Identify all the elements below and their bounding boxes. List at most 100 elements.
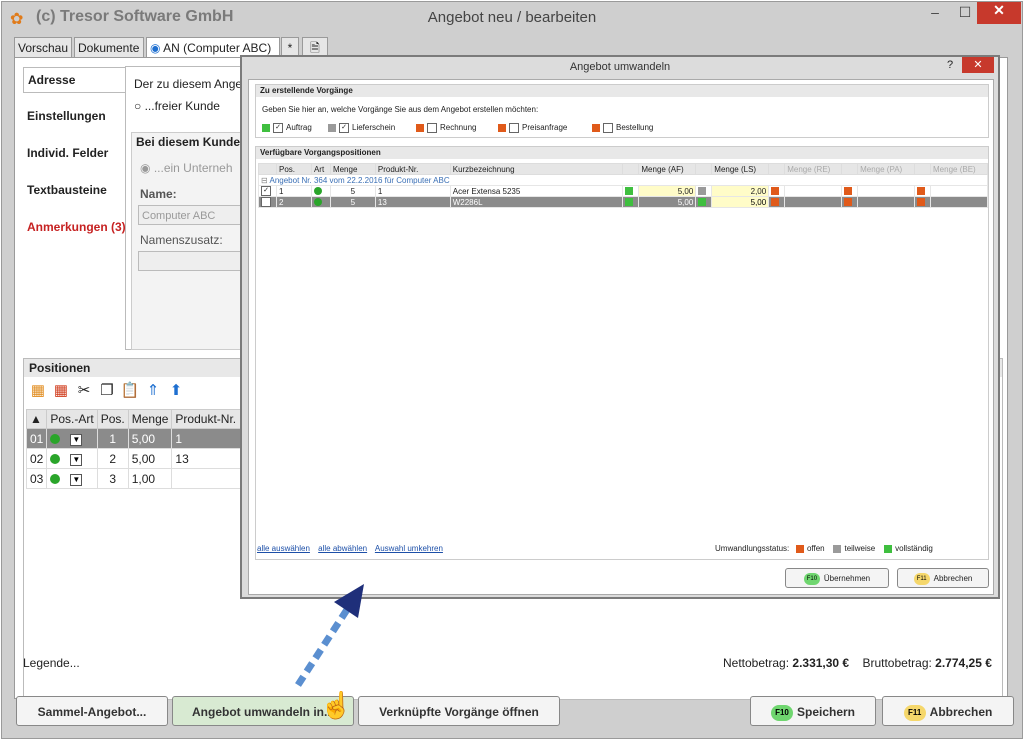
status-done-icon — [884, 544, 893, 553]
column-menge-ls[interactable]: Menge (LS) — [711, 163, 770, 175]
option-label: Lieferschein — [352, 123, 396, 133]
option-bestellung[interactable]: Bestellung — [592, 123, 653, 133]
column-produkt-nr[interactable]: Produkt-Nr. — [374, 163, 451, 175]
produkt-cell: 1 — [374, 185, 451, 197]
check-icon: F10 — [770, 704, 793, 721]
tab-angebot[interactable]: ◉ AN (Computer ABC) — [146, 37, 280, 57]
column-art[interactable]: Art — [310, 163, 331, 175]
dialog-cancel-button[interactable]: F11 Abbrechen — [897, 568, 989, 588]
radio-unternehmen[interactable]: ◉ ...ein Unterneh — [140, 161, 233, 175]
cancel-button[interactable]: F11 Abbrechen — [882, 696, 1014, 726]
menge-cell: 5 — [329, 185, 376, 197]
table-row[interactable]: ✓ 1 5 1 Acer Extensa 5235 5,00 2,00 — [258, 185, 988, 197]
menge-ls-input[interactable]: 5,00 — [711, 196, 770, 208]
checkbox-icon[interactable]: ✓ — [273, 123, 283, 133]
dropdown-icon[interactable]: ▼ — [70, 454, 83, 466]
column-menge[interactable]: Menge — [127, 409, 173, 429]
name-label: Name: — [140, 187, 177, 201]
tab-unsaved[interactable]: * — [281, 37, 299, 57]
table-row[interactable]: 01 ▼ 1 5,00 1 — [25, 428, 242, 449]
group-row[interactable]: ⊟ Angebot Nr. 364 vom 22.2.2016 für Comp… — [258, 174, 988, 186]
column-menge-af[interactable]: Menge (AF) — [638, 163, 697, 175]
option-rechnung[interactable]: Rechnung — [416, 123, 476, 133]
cancel-label: Abbrechen — [929, 705, 993, 719]
option-preisanfrage[interactable]: Preisanfrage — [498, 123, 567, 133]
close-button[interactable]: ✕ — [977, 2, 1021, 24]
status-ball-icon — [313, 198, 322, 207]
address-question: Der zu diesem Ange — [134, 77, 243, 91]
ls-status — [695, 196, 713, 208]
sort-column[interactable]: ▲ — [25, 409, 48, 429]
invert-selection-link[interactable]: Auswahl umkehren — [375, 544, 443, 553]
dropdown-icon[interactable]: ▼ — [70, 474, 83, 486]
copy-icon[interactable]: ❐ — [97, 381, 117, 401]
cancel-icon: F11 — [903, 704, 926, 721]
table-row[interactable]: ✓ 2 5 13 W2286L 5,00 5,00 — [258, 196, 988, 208]
pos-art-cell[interactable]: ▼ — [46, 428, 98, 449]
column-menge[interactable]: Menge — [329, 163, 376, 175]
deselect-all-link[interactable]: alle abwählen — [318, 544, 367, 553]
move-top-icon[interactable]: ⇑ — [143, 381, 163, 401]
nav-einstellungen[interactable]: Einstellungen — [23, 104, 133, 128]
checkbox-icon[interactable]: ✓ — [261, 197, 271, 207]
sammel-angebot-button[interactable]: Sammel-Angebot... — [16, 696, 168, 726]
row-checkbox[interactable]: ✓ — [258, 185, 277, 197]
name-field[interactable]: Computer ABC — [138, 205, 242, 225]
totals: Nettobetrag: 2.331,30 € Bruttobetrag: 2.… — [723, 656, 992, 670]
status-square-icon — [917, 198, 926, 207]
column-menge-be[interactable]: Menge (BE) — [930, 163, 988, 175]
save-button[interactable]: F10 Speichern — [750, 696, 876, 726]
group-hint: Geben Sie hier an, welche Vorgänge Sie a… — [262, 105, 539, 114]
select-all-link[interactable]: alle auswählen — [257, 544, 310, 553]
pos-art-cell[interactable]: ▼ — [46, 468, 98, 489]
row-checkbox[interactable]: ✓ — [258, 196, 277, 208]
verknuepfte-vorgaenge-button[interactable]: Verknüpfte Vorgänge öffnen — [358, 696, 560, 726]
column-kurzbezeichnung[interactable]: Kurzbezeichnung — [449, 163, 624, 175]
column-produkt-nr[interactable]: Produkt-Nr. — [171, 409, 242, 429]
menge-af-input[interactable]: 5,00 — [638, 185, 697, 197]
new-tab-icon[interactable]: 🗎 — [302, 37, 328, 57]
checkbox-icon[interactable] — [603, 123, 613, 133]
column-menge-pa[interactable]: Menge (PA) — [857, 163, 916, 175]
dialog-close-button[interactable]: ✕ — [962, 57, 994, 73]
column-menge-re[interactable]: Menge (RE) — [784, 163, 843, 175]
column-pos[interactable]: Pos. — [96, 409, 129, 429]
column-check — [258, 163, 277, 175]
menge-af-input[interactable]: 5,00 — [638, 196, 697, 208]
minimize-button[interactable]: – — [922, 4, 948, 24]
checkbox-icon[interactable]: ✓ — [261, 186, 271, 196]
pos-art-cell[interactable]: ▼ — [46, 448, 98, 469]
help-icon[interactable]: ? — [947, 59, 953, 71]
status-square-icon — [698, 198, 707, 207]
column-pos-art[interactable]: Pos.-Art — [46, 409, 98, 429]
option-lieferschein[interactable]: ✓ Lieferschein — [328, 123, 395, 133]
checkbox-icon[interactable] — [509, 123, 519, 133]
group-title: Zu erstellende Vorgänge — [256, 85, 988, 97]
table-row[interactable]: 03 ▼ 3 1,00 — [25, 468, 242, 489]
namenszusatz-field[interactable] — [138, 251, 242, 271]
add-row-icon[interactable]: ▦ — [28, 381, 48, 401]
cut-icon[interactable]: ✂ — [74, 381, 94, 401]
nav-adresse[interactable]: Adresse — [23, 67, 135, 93]
option-auftrag[interactable]: ✓ Auftrag — [262, 123, 312, 133]
move-up-icon[interactable]: ⬆ — [166, 381, 186, 401]
cancel-icon: F11 — [913, 572, 930, 585]
table-row[interactable]: 02 ▼ 2 5,00 13 — [25, 448, 242, 469]
checkbox-icon[interactable] — [427, 123, 437, 133]
radio-freier-kunde[interactable]: ○ ...freier Kunde — [134, 99, 220, 113]
nav-textbausteine[interactable]: Textbausteine — [23, 178, 133, 202]
paste-icon[interactable]: 📋 — [120, 381, 140, 401]
uebernehmen-button[interactable]: F10 Übernehmen — [785, 568, 889, 588]
column-pos[interactable]: Pos. — [276, 163, 312, 175]
menge-ls-input[interactable]: 2,00 — [711, 185, 770, 197]
dropdown-icon[interactable]: ▼ — [70, 434, 83, 446]
checkbox-icon[interactable]: ✓ — [339, 123, 349, 133]
nav-anmerkungen[interactable]: Anmerkungen (3) — [23, 215, 133, 239]
nav-individ-felder[interactable]: Individ. Felder — [23, 141, 133, 165]
legende-link[interactable]: Legende... — [23, 656, 80, 670]
delete-row-icon[interactable]: ▦ — [51, 381, 71, 401]
tab-dokumente[interactable]: Dokumente — [74, 37, 144, 57]
maximize-button[interactable]: ☐ — [952, 4, 978, 24]
column-af-status — [622, 163, 640, 175]
tab-vorschau[interactable]: Vorschau — [14, 37, 72, 57]
